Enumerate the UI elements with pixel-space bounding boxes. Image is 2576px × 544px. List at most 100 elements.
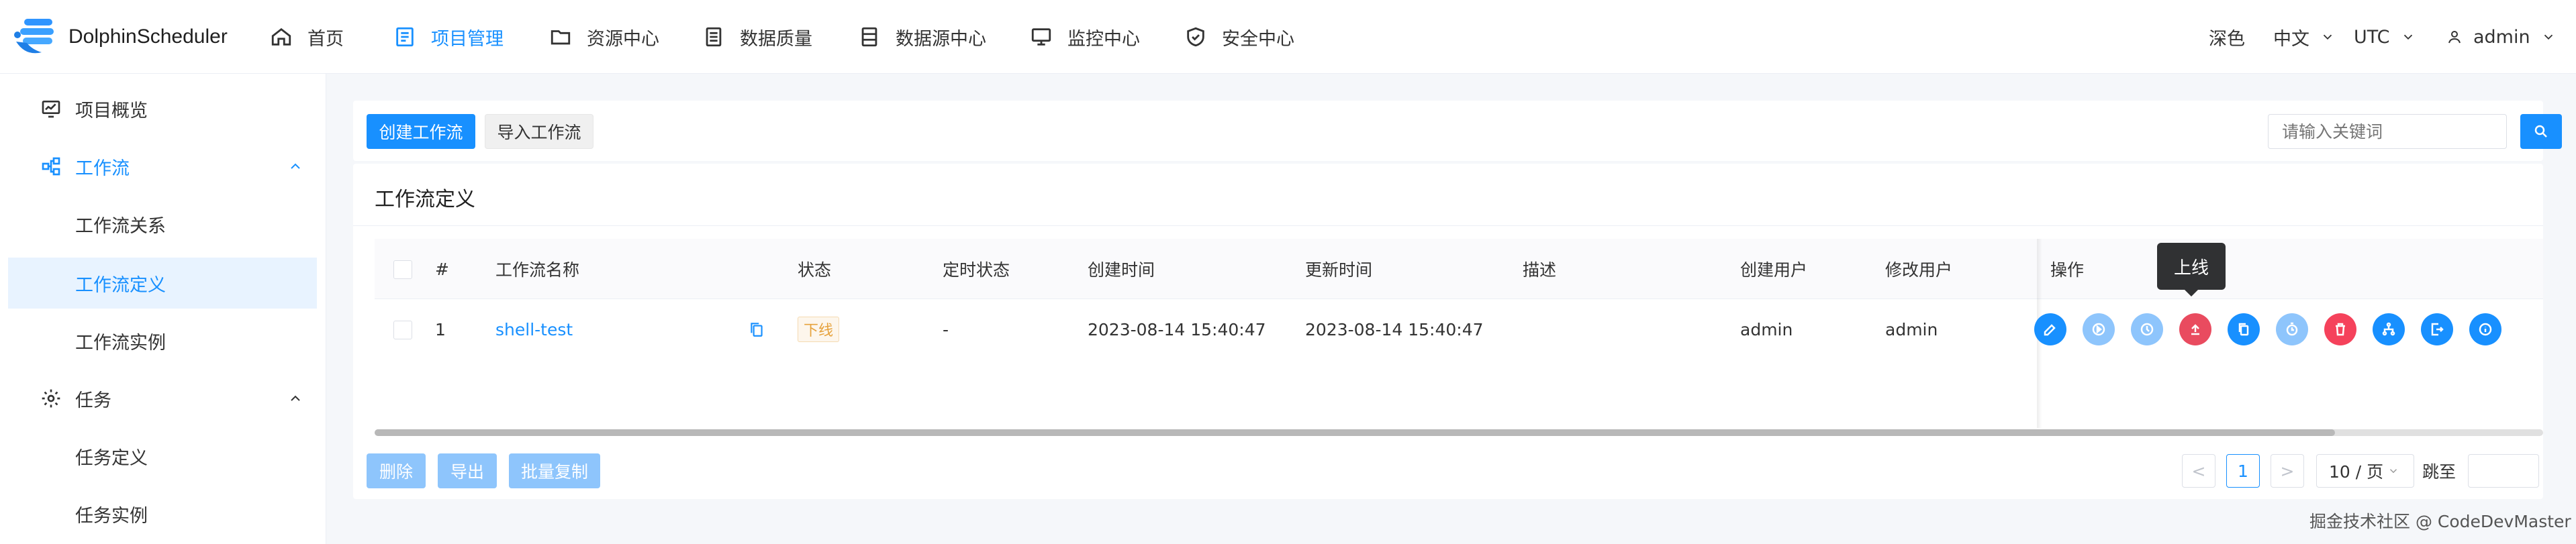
chevron-down-icon (2390, 469, 2397, 474)
sidebar-item-label: 项目概览 (75, 100, 148, 121)
nav-home[interactable]: 首页 (270, 0, 344, 74)
nav-security[interactable]: 安全中心 (1184, 0, 1294, 74)
data-quality-icon (706, 27, 722, 47)
nav-project[interactable]: 项目管理 (393, 0, 504, 74)
batch-delete-button[interactable]: 删除 (367, 453, 426, 488)
update-time-cell: 2023-08-14 15:40:47 (1305, 319, 1484, 339)
chevron-down-icon (2544, 34, 2553, 40)
edit-button[interactable] (2034, 313, 2066, 345)
sidebar-item-workflow[interactable]: 工作流 (0, 141, 326, 192)
horizontal-scrollbar-thumb[interactable] (375, 429, 2335, 436)
top-header: DolphinScheduler 首页 项目管理 资源中心 数据质量 数据源中心… (0, 0, 2576, 74)
timezone-select[interactable]: UTC (2354, 0, 2416, 74)
nav-label: 资源中心 (587, 28, 659, 50)
nav-monitor[interactable]: 监控中心 (1030, 0, 1140, 74)
delete-button[interactable] (2324, 313, 2356, 345)
sidebar-item-project-overview[interactable]: 项目概览 (0, 83, 326, 134)
language-select[interactable]: 中文 (2273, 0, 2335, 74)
trash-icon (2336, 323, 2345, 336)
tree-view-button[interactable] (2373, 313, 2405, 345)
nav-label: 数据源中心 (896, 28, 986, 50)
shield-icon (1187, 27, 1204, 47)
theme-toggle[interactable]: 深色 (2209, 0, 2245, 74)
create-workflow-button[interactable]: 创建工作流 (367, 114, 475, 149)
next-page-button[interactable]: > (2271, 454, 2304, 488)
home-icon (271, 28, 291, 46)
import-workflow-button[interactable]: 导入工作流 (485, 114, 593, 149)
jump-page-input[interactable] (2468, 454, 2539, 488)
cron-manage-button[interactable] (2276, 313, 2308, 345)
logo[interactable]: DolphinScheduler (12, 15, 228, 59)
main-content: 创建工作流 导入工作流 工作流定义 # 工作流名称 状态 定时状态 创建时间 更… (326, 74, 2576, 544)
timezone-label: UTC (2354, 26, 2390, 48)
gear-icon (42, 389, 60, 408)
nav-datasource[interactable]: 数据源中心 (858, 0, 986, 74)
creator-cell: admin (1740, 319, 1793, 339)
project-icon (396, 27, 414, 47)
version-info-button[interactable] (2469, 313, 2501, 345)
tree-icon (2382, 322, 2395, 336)
sidebar-item-workflow-definition[interactable]: 工作流定义 (8, 258, 317, 309)
user-menu[interactable]: admin (2446, 0, 2556, 74)
project-overview-icon (42, 101, 60, 118)
page-size-select[interactable]: 10 / 页 (2316, 454, 2414, 488)
nav-data-quality[interactable]: 数据质量 (702, 0, 812, 74)
nav-resources[interactable]: 资源中心 (549, 0, 659, 74)
create-time-cell: 2023-08-14 15:40:47 (1088, 319, 1266, 339)
workflow-name-link[interactable]: shell-test (495, 299, 573, 360)
sidebar-item-task-definition[interactable]: 任务定义 (0, 431, 326, 482)
user-icon (2448, 31, 2461, 44)
toolbar: 创建工作流 导入工作流 (353, 101, 2562, 161)
chevron-down-icon (2403, 34, 2412, 40)
export-button[interactable] (2421, 313, 2453, 345)
search-icon (2534, 125, 2547, 138)
timing-button[interactable] (2131, 313, 2163, 345)
sidebar-item-workflow-instance[interactable]: 工作流实例 (0, 315, 326, 366)
watermark: 掘金技术社区 @ CodeDevMaster (2309, 512, 2571, 531)
language-label: 中文 (2273, 28, 2309, 50)
user-name: admin (2473, 26, 2530, 48)
sidebar-item-workflow-relation[interactable]: 工作流关系 (0, 199, 326, 250)
copy-name-button[interactable] (748, 299, 765, 360)
theme-label: 深色 (2209, 28, 2245, 50)
sidebar-item-label: 工作流定义 (75, 274, 166, 296)
col-modifier: 修改用户 (1885, 260, 1953, 280)
run-button[interactable] (2083, 313, 2115, 345)
sidebar-item-label: 任务实例 (75, 505, 148, 527)
table-row: 1 shell-test 下线 - 2023-08-14 15:40:47 20… (375, 299, 2543, 360)
online-tooltip: 上线 (2157, 243, 2226, 290)
col-creator: 创建用户 (1740, 260, 1808, 280)
page-1-button[interactable]: 1 (2226, 454, 2260, 488)
sidebar-item-label: 工作流 (75, 158, 130, 179)
sidebar-item-task-instance[interactable]: 任务实例 (0, 488, 326, 539)
sidebar-item-label: 任务定义 (75, 447, 148, 469)
play-icon (2092, 323, 2105, 336)
batch-export-button[interactable]: 导出 (438, 453, 497, 488)
datasource-icon (861, 27, 877, 47)
jump-label: 跳至 (2422, 462, 2456, 482)
status-cell: 下线 (798, 299, 840, 360)
sidebar-item-task[interactable]: 任务 (0, 373, 326, 424)
tooltip-arrow (2185, 290, 2198, 296)
copy-icon (2238, 323, 2249, 336)
upload-icon (2191, 324, 2199, 335)
schedule-status-cell: - (943, 319, 949, 339)
prev-page-button[interactable]: < (2182, 454, 2215, 488)
sidebar: 项目概览 工作流 工作流关系 工作流定义 工作流实例 任务 任务定义 任务实例 (0, 74, 326, 544)
clock-icon (2140, 323, 2154, 336)
monitor-icon (1031, 28, 1051, 46)
chevron-up-icon (291, 395, 300, 401)
select-all-checkbox[interactable] (393, 260, 412, 279)
timer-icon (2286, 322, 2298, 336)
col-status: 状态 (798, 260, 832, 280)
copy-workflow-button[interactable] (2228, 313, 2260, 345)
row-checkbox[interactable] (393, 321, 412, 339)
modifier-cell: admin (1885, 319, 1938, 339)
dolphin-logo-icon (14, 19, 54, 54)
search-input[interactable] (2268, 114, 2507, 149)
search-button[interactable] (2520, 114, 2562, 149)
sidebar-item-label: 工作流关系 (75, 215, 166, 237)
batch-copy-button[interactable]: 批量复制 (509, 453, 600, 488)
export-icon (2431, 323, 2444, 336)
online-button[interactable] (2179, 313, 2211, 345)
